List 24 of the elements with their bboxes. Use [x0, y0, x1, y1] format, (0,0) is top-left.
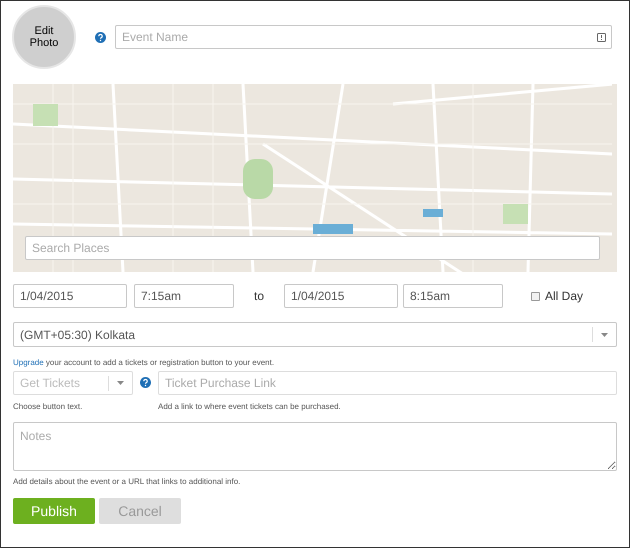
search-places-field[interactable]: Search Places [25, 236, 600, 260]
notes-hint: Add details about the event or a URL that links to additional info. [13, 477, 240, 486]
event-name-field[interactable]: Event Name [115, 25, 612, 49]
end-date-field[interactable]: 1/04/2015 [284, 284, 398, 308]
all-day-label[interactable]: All Day [545, 287, 584, 305]
timezone-select[interactable]: (GMT+05:30) Kolkata [13, 322, 617, 347]
to-label: to [252, 288, 265, 305]
caret-icon [601, 332, 608, 336]
upgrade-notice: Upgrade your account to add a tickets or registration button to your event. [13, 358, 274, 367]
button-text-hint: Choose button text. [13, 401, 84, 413]
photo-placeholder[interactable]: Edit Photo [12, 5, 76, 69]
caret-icon [117, 381, 124, 385]
start-date-field[interactable]: 1/04/2015 [13, 284, 127, 308]
start-time-field[interactable]: 7:15am [134, 284, 234, 308]
map-placeholder[interactable]: Search Places [13, 84, 617, 272]
ticket-link-hint: Add a link to where event tickets can be purchased. [158, 401, 342, 413]
notes-field[interactable]: Notes [13, 422, 617, 471]
upgrade-link[interactable]: Upgrade [13, 358, 44, 367]
edit-photo-label[interactable]: Edit Photo [27, 25, 61, 49]
help-icon[interactable] [95, 32, 106, 42]
all-day-checkbox[interactable] [531, 292, 540, 300]
help-icon[interactable] [140, 377, 151, 388]
end-time-field[interactable]: 8:15am [403, 284, 503, 308]
info-icon [597, 33, 606, 42]
